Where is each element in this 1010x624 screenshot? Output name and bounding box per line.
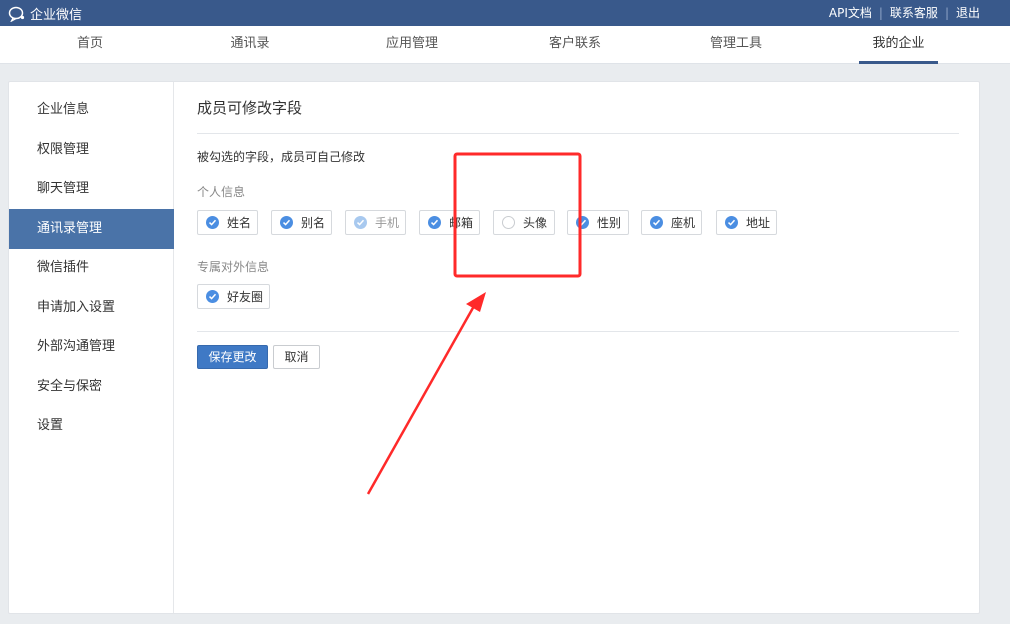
field-label: 座机 — [671, 216, 696, 230]
field-checkbox-gender[interactable]: 性别 — [567, 210, 629, 235]
sidebar-item-join-settings[interactable]: 申请加入设置 — [9, 288, 174, 328]
checked-icon — [206, 290, 219, 303]
top-link-divider: | — [878, 5, 883, 20]
field-label: 别名 — [301, 216, 326, 230]
unchecked-icon — [502, 216, 515, 229]
field-checkbox-mobile[interactable]: 手机 — [345, 210, 406, 235]
brand[interactable]: 企业微信 — [8, 4, 82, 23]
field-checkbox-friend-circle[interactable]: 好友圈 — [197, 284, 270, 309]
field-checkbox-address[interactable]: 地址 — [716, 210, 777, 235]
top-links: API文档 | 联系客服 | 退出 — [829, 4, 980, 21]
external-info-label: 专属对外信息 — [197, 260, 270, 274]
tab-my-company[interactable]: 我的企业 — [859, 26, 938, 64]
sidebar-item-chat-management[interactable]: 聊天管理 — [9, 169, 174, 209]
sidebar-item-security[interactable]: 安全与保密 — [9, 367, 174, 407]
field-label: 头像 — [523, 216, 548, 230]
field-checkbox-alias[interactable]: 别名 — [271, 210, 332, 235]
tab-contacts[interactable]: 通讯录 — [220, 26, 280, 64]
checked-icon — [725, 216, 738, 229]
sidebar-item-settings[interactable]: 设置 — [9, 406, 174, 446]
checked-icon — [576, 216, 589, 229]
main-nav: 首页 通讯录 应用管理 客户联系 管理工具 我的企业 — [0, 26, 1010, 64]
tab-customer-contact[interactable]: 客户联系 — [539, 26, 611, 64]
field-label: 好友圈 — [227, 290, 264, 304]
field-checkbox-name[interactable]: 姓名 — [197, 210, 258, 235]
field-checkbox-landline[interactable]: 座机 — [641, 210, 702, 235]
checked-icon — [206, 216, 219, 229]
field-label: 手机 — [375, 216, 400, 230]
wework-logo-icon — [8, 6, 26, 22]
sidebar-item-external-communication[interactable]: 外部沟通管理 — [9, 327, 174, 367]
sidebar-item-permissions[interactable]: 权限管理 — [9, 130, 174, 170]
contact-support-link[interactable]: 联系客服 — [890, 4, 938, 21]
tab-app-management[interactable]: 应用管理 — [376, 26, 448, 64]
page-description: 被勾选的字段，成员可自己修改 — [197, 150, 366, 164]
checked-icon — [428, 216, 441, 229]
title-divider — [197, 133, 959, 134]
sidebar: 企业信息 权限管理 聊天管理 通讯录管理 微信插件 申请加入设置 外部沟通管理 … — [9, 82, 174, 613]
main-panel: 企业信息 权限管理 聊天管理 通讯录管理 微信插件 申请加入设置 外部沟通管理 … — [8, 81, 980, 614]
tab-admin-tools[interactable]: 管理工具 — [700, 26, 772, 64]
checked-disabled-icon — [354, 216, 367, 229]
actions-divider — [197, 331, 959, 332]
field-checkbox-avatar[interactable]: 头像 — [493, 210, 555, 235]
sidebar-item-contacts-management[interactable]: 通讯录管理 — [9, 209, 174, 249]
logout-link[interactable]: 退出 — [956, 4, 980, 21]
checked-icon — [280, 216, 293, 229]
save-button[interactable]: 保存更改 — [197, 345, 268, 369]
content-area: 成员可修改字段 被勾选的字段，成员可自己修改 个人信息 姓名 别名 手机 邮箱 … — [197, 82, 959, 613]
field-checkbox-email[interactable]: 邮箱 — [419, 210, 480, 235]
field-label: 姓名 — [227, 216, 252, 230]
sidebar-item-wechat-plugin[interactable]: 微信插件 — [9, 248, 174, 288]
cancel-button[interactable]: 取消 — [273, 345, 320, 369]
tab-home[interactable]: 首页 — [60, 26, 120, 64]
field-label: 性别 — [597, 216, 622, 230]
app-name: 企业微信 — [30, 8, 83, 23]
field-label: 邮箱 — [449, 216, 474, 230]
page-title: 成员可修改字段 — [197, 99, 303, 117]
top-link-divider: | — [944, 5, 949, 20]
top-bar: 企业微信 API文档 | 联系客服 | 退出 — [0, 0, 1010, 26]
field-label: 地址 — [746, 216, 771, 230]
api-docs-link[interactable]: API文档 — [829, 4, 872, 21]
sidebar-item-company-info[interactable]: 企业信息 — [9, 90, 174, 130]
checked-icon — [650, 216, 663, 229]
personal-info-label: 个人信息 — [197, 185, 246, 199]
